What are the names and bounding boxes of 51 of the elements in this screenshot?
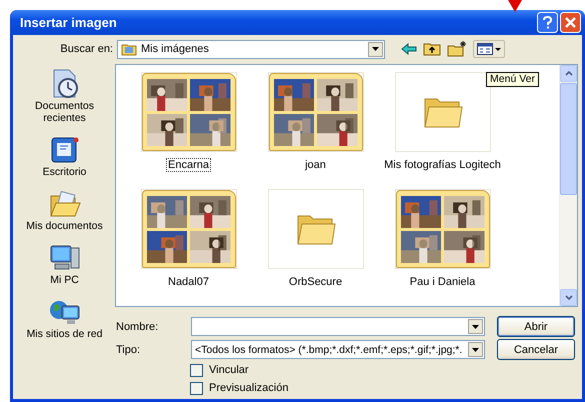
scroll-up-icon[interactable] — [564, 71, 572, 76]
folder-name: Nadal07 — [167, 275, 210, 289]
folder-icon — [121, 42, 137, 56]
cancel-button[interactable]: Cancelar — [497, 339, 575, 360]
look-in-value: Mis imágenes — [141, 43, 210, 55]
folder-name: Pau i Daniela — [408, 275, 476, 289]
scrollbar[interactable] — [559, 65, 577, 306]
caret-icon — [472, 324, 479, 328]
places-label: Mi PC — [50, 274, 79, 286]
places-item[interactable]: Mis sitios de red — [16, 296, 112, 340]
look-in-dropdown[interactable]: Mis imágenes — [117, 40, 385, 58]
file-type-value: <Todos los formatos> (*.bmp;*.dxf;*.emf;*.eps;*.gif;*.jpg;*. — [195, 344, 464, 356]
places-label: Mis documentos — [26, 220, 103, 232]
help-icon[interactable] — [537, 12, 558, 33]
look-in-label: Buscar en: — [59, 43, 114, 55]
window-title: Insertar imagen — [20, 15, 118, 30]
places-item[interactable]: Documentos recientes — [16, 68, 112, 124]
pointer-arrow — [508, 0, 522, 12]
up-folder-icon[interactable] — [423, 42, 441, 56]
back-arrow-icon[interactable] — [401, 43, 417, 55]
places-item[interactable]: Mi PC — [16, 242, 112, 286]
checkbox[interactable] — [190, 364, 203, 376]
open-button[interactable]: Abrir — [497, 316, 575, 337]
places-label: Documentos recientes — [34, 100, 95, 124]
places-label: Escritorio — [42, 166, 86, 178]
places-item[interactable]: Escritorio — [16, 134, 112, 178]
folder-name: Encarna — [166, 158, 211, 172]
folder-name: joan — [304, 158, 327, 172]
checkbox[interactable] — [190, 382, 203, 394]
dropdown-button[interactable] — [468, 342, 483, 357]
file-name-label: Nombre: — [115, 320, 160, 332]
scroll-down-icon[interactable] — [564, 295, 572, 300]
file-type-dropdown[interactable]: <Todos los formatos> (*.bmp;*.dxf;*.emf;*.eps;*.gif;*.jpg;*. — [191, 340, 485, 359]
close-icon[interactable] — [560, 12, 581, 33]
folder-name: Mis fotografías Logitech — [383, 158, 502, 172]
checkbox-label: Previsualización — [209, 382, 288, 394]
list-view-icon — [477, 43, 493, 55]
view-menu-button[interactable] — [473, 40, 505, 58]
new-folder-icon[interactable] — [447, 41, 467, 57]
dropdown-button[interactable] — [368, 42, 383, 56]
folder-name: OrbSecure — [288, 275, 344, 289]
caret-icon — [372, 47, 379, 51]
file-type-label: Tipo: — [115, 344, 142, 356]
places-item[interactable]: Mis documentos — [16, 188, 112, 232]
caret-icon — [472, 348, 479, 352]
places-label: Mis sitios de red — [26, 328, 102, 340]
file-name-field[interactable] — [191, 317, 485, 336]
dropdown-button[interactable] — [468, 319, 483, 334]
tooltip: Menú Ver — [486, 72, 539, 87]
caret-icon — [495, 48, 501, 50]
checkbox-label: Vincular — [209, 364, 249, 376]
